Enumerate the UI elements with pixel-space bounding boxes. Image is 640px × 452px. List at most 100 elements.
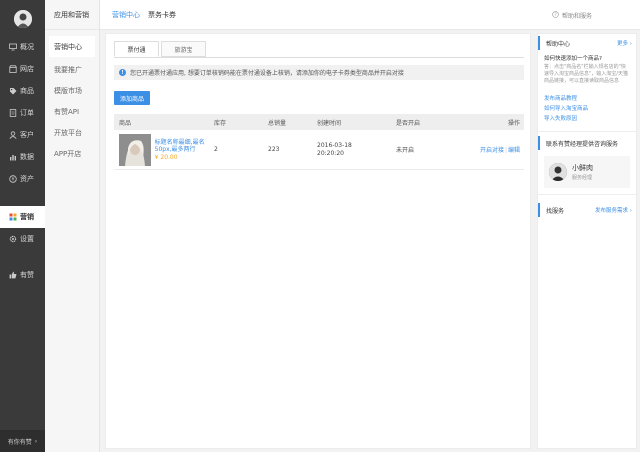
- contact-section: 联系有赞经理提供咨询服务 小鲜肉 服务经理: [538, 136, 636, 195]
- agent-role: 服务经理: [572, 175, 593, 181]
- info-notice: ! 您已开通票付通应用, 想要订单核销码能在票付通设备上核销，请添加你的电子卡券…: [114, 65, 524, 80]
- created-cell: 2016-03-18 20:20:20: [317, 142, 396, 157]
- store-icon: [9, 65, 17, 73]
- sidebar-item-overview[interactable]: 概况: [0, 36, 45, 58]
- help-center-title: 帮助中心: [546, 40, 571, 48]
- product-thumbnail[interactable]: [119, 133, 151, 166]
- top-header: 营销中心 票务卡券 ? 帮助和服务: [100, 0, 640, 30]
- more-link[interactable]: 更多 ›: [617, 39, 632, 47]
- tab-bar: 票付通 旅游宝: [114, 41, 206, 57]
- tab-divider: [114, 57, 524, 58]
- agent-card[interactable]: 小鲜肉 服务经理: [544, 156, 630, 188]
- notice-text: 您已开通票付通应用, 想要订单核销码能在票付通设备上核销，请添加你的电子卡券类型…: [130, 70, 404, 77]
- agent-name: 小鲜肉: [572, 164, 593, 172]
- sidebar-item-store[interactable]: 网店: [0, 58, 45, 80]
- sidebar-item-goods[interactable]: 商品: [0, 80, 45, 102]
- sub-navigation: 应用和营销 营销中心 我要推广 模版市场 有赞API 开放平台 APP开店: [45, 0, 100, 452]
- order-icon: [9, 109, 17, 117]
- sidebar-item-customers[interactable]: 客户: [0, 124, 45, 146]
- svg-text:¥: ¥: [12, 177, 15, 183]
- main-sidebar: 概况 网店 商品 订单 客户 数据 ¥ 资产 营销 设置 有赞 有你有赞 ›: [0, 0, 45, 452]
- help-center-header: 帮助中心 更多 ›: [538, 36, 636, 50]
- subnav-item-api[interactable]: 有赞API: [45, 101, 99, 122]
- bottom-label: 有你有赞: [7, 438, 32, 446]
- shop-avatar[interactable]: [13, 10, 32, 28]
- product-table: 商品 库存 总销量 创建时间 是否开启 操作 标题名称最细,最名50px,最多两…: [114, 114, 524, 170]
- help-center-section: 帮助中心 更多 › 如何快速添加一个商品? 答：点击"商品名"栏输入规名店的"快…: [538, 36, 636, 132]
- sidebar-bottom-link[interactable]: 有你有赞 ›: [0, 430, 45, 452]
- help-link-import-taobao[interactable]: 如何导入淘宝商品: [538, 103, 636, 113]
- help-circle-icon: ?: [552, 10, 559, 20]
- help-link-publish-tutorial[interactable]: 发布商品教程: [538, 93, 636, 103]
- money-icon: ¥: [9, 175, 17, 183]
- sidebar-item-assets[interactable]: ¥ 资产: [0, 168, 45, 190]
- breadcrumb-marketing-center[interactable]: 营销中心: [112, 10, 140, 20]
- sidebar-item-label: 数据: [20, 153, 34, 161]
- header-stock: 库存: [214, 119, 227, 127]
- sidebar-item-settings[interactable]: 设置: [0, 228, 45, 250]
- edit-link[interactable]: 编辑: [508, 147, 520, 154]
- find-service-section: 找服务 发布服务需求 ›: [538, 203, 636, 217]
- sidebar-item-orders[interactable]: 订单: [0, 102, 45, 124]
- product-cell: 标题名称最细,最名50px,最多两行 ¥ 20.00: [114, 133, 214, 166]
- enable-docking-link[interactable]: 开启对接: [480, 147, 504, 154]
- sidebar-item-marketing[interactable]: 营销: [0, 206, 45, 228]
- header-created: 创建时间: [317, 119, 342, 127]
- main-content: 票付通 旅游宝 ! 您已开通票付通应用, 想要订单核销码能在票付通设备上核销，请…: [105, 33, 531, 449]
- product-name-link[interactable]: 标题名称最细,最名50px,最多两行: [155, 139, 214, 153]
- info-icon: !: [119, 69, 126, 76]
- help-service-link[interactable]: ? 帮助和服务: [552, 0, 592, 30]
- header-actions: 操作: [507, 119, 520, 127]
- help-link-import-failure[interactable]: 导入失败原因: [538, 113, 636, 123]
- agent-avatar: [549, 163, 567, 181]
- help-label: 帮助和服务: [561, 12, 592, 20]
- find-service-title: 找服务: [546, 207, 565, 215]
- avatar-image: [13, 10, 32, 28]
- sidebar-item-label: 有赞: [20, 271, 34, 279]
- sidebar-item-youzan[interactable]: 有赞: [0, 264, 45, 286]
- product-price: ¥ 20.00: [154, 153, 178, 161]
- add-product-button[interactable]: 添加商品: [114, 91, 150, 105]
- publish-service-link[interactable]: 发布服务需求 ›: [595, 206, 632, 214]
- status-cell: 未开启: [396, 147, 415, 154]
- faq-answer: 答：点击"商品名"栏输入规名店的"快速导入淘宝商品信息"，输入淘宝/天猫商品链接…: [544, 64, 628, 84]
- stock-cell: 2: [214, 146, 218, 153]
- header-sales: 总销量: [268, 119, 287, 127]
- contact-title: 联系有赞经理提供咨询服务: [546, 140, 619, 148]
- contact-header: 联系有赞经理提供咨询服务: [538, 136, 636, 150]
- tab-piaofutong[interactable]: 票付通: [114, 41, 159, 57]
- grid-icon: [9, 213, 17, 221]
- subnav-item-app-store[interactable]: APP开店: [45, 143, 99, 164]
- tab-lvyoubao[interactable]: 旅游宝: [161, 41, 206, 57]
- sidebar-item-label: 商品: [20, 87, 34, 95]
- sales-cell: 223: [268, 146, 280, 153]
- user-icon: [9, 131, 17, 139]
- monitor-icon: [9, 43, 17, 51]
- subnav-title: 应用和营销: [45, 0, 99, 30]
- subnav-item-promotion[interactable]: 我要推广: [45, 59, 99, 80]
- action-separator: |: [504, 147, 507, 154]
- chevron-right-icon: ›: [34, 437, 38, 445]
- sidebar-item-label: 营销: [20, 213, 34, 221]
- table-header: 商品 库存 总销量 创建时间 是否开启 操作: [114, 114, 524, 130]
- table-row: 标题名称最细,最名50px,最多两行 ¥ 20.00 2 223 2016-03…: [114, 130, 524, 170]
- sidebar-item-label: 概况: [20, 43, 34, 51]
- sidebar-item-data[interactable]: 数据: [0, 146, 45, 168]
- faq-question: 如何快速添加一个商品?: [544, 56, 602, 62]
- subnav-item-marketing-center[interactable]: 营销中心: [49, 36, 95, 57]
- gear-icon: [9, 235, 17, 243]
- sidebar-item-label: 客户: [20, 131, 34, 139]
- product-info: 标题名称最细,最名50px,最多两行 ¥ 20.00: [155, 139, 214, 161]
- find-service-header: 找服务 发布服务需求 ›: [538, 203, 636, 217]
- chart-icon: [9, 153, 17, 161]
- sidebar-item-label: 网店: [20, 65, 34, 73]
- sidebar-item-label: 设置: [20, 235, 34, 243]
- sidebar-item-label: 订单: [20, 109, 34, 117]
- subnav-item-template-market[interactable]: 模版市场: [45, 80, 99, 101]
- right-panel: 帮助中心 更多 › 如何快速添加一个商品? 答：点击"商品名"栏输入规名店的"快…: [537, 33, 637, 449]
- created-time: 20:20:20: [317, 150, 344, 157]
- breadcrumb-ticket-coupons: 票务卡券: [148, 10, 176, 19]
- subnav-item-open-platform[interactable]: 开放平台: [45, 122, 99, 143]
- portrait-image: [119, 133, 151, 166]
- header-enabled: 是否开启: [396, 119, 421, 127]
